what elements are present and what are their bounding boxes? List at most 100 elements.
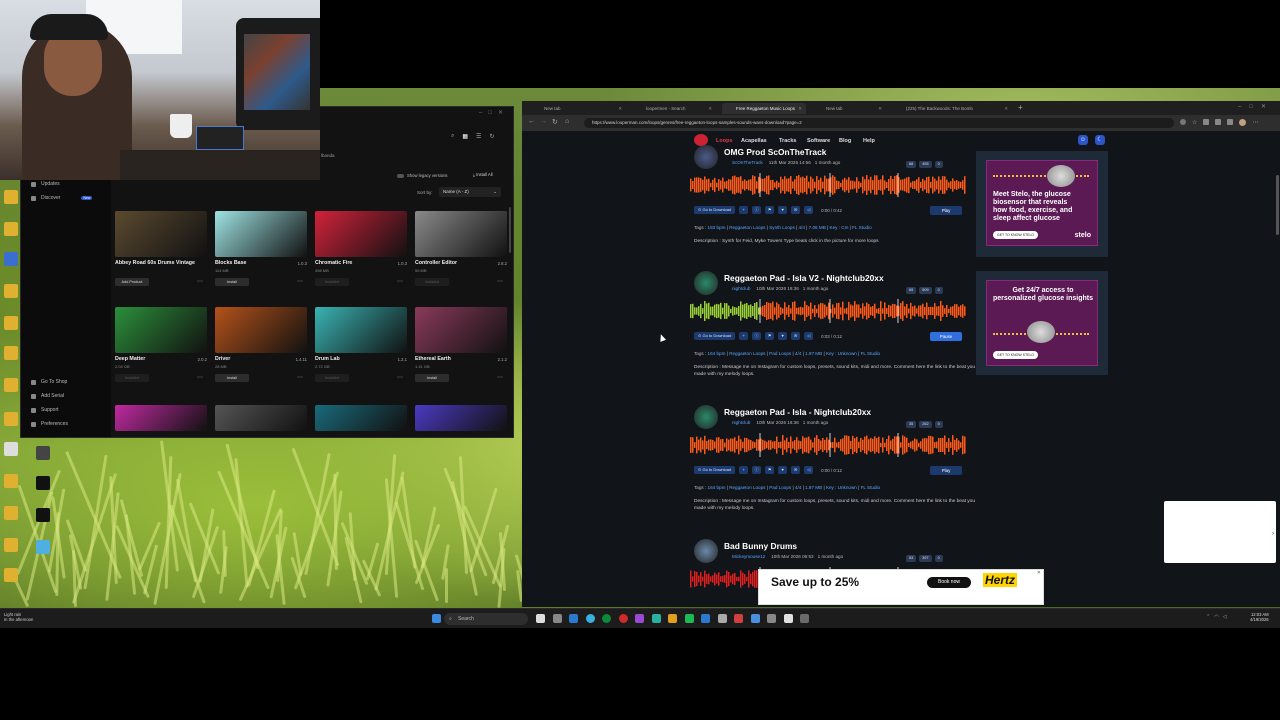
weather-widget[interactable]: Light rain In the afternoon	[4, 612, 33, 622]
waveform[interactable]	[690, 173, 966, 197]
product-action-button[interactable]: Installed	[315, 278, 349, 286]
tag-link[interactable]: Reggaeton Loops	[729, 351, 765, 356]
more-options-icon[interactable]: ⋯	[197, 279, 203, 285]
reload-icon[interactable]: ↻	[552, 118, 558, 126]
tag-link[interactable]: 1.97 MB	[805, 485, 822, 490]
heart-icon[interactable]: ♥	[778, 206, 788, 214]
ad-book-button[interactable]: Book now	[927, 577, 971, 588]
desktop-app-icon[interactable]	[36, 446, 50, 460]
taskbar-app-icon[interactable]	[569, 614, 578, 623]
maximize-icon[interactable]: □	[1249, 104, 1261, 110]
likes-count[interactable]: 35	[906, 421, 917, 428]
sidebar-item-preferences[interactable]: Preferences	[31, 421, 68, 427]
more-options-icon[interactable]: ⋯	[197, 375, 203, 381]
product-thumbnail[interactable]	[215, 405, 307, 431]
tag-link[interactable]: Pad Loops	[769, 485, 791, 490]
desktop-folder-icon[interactable]	[4, 568, 18, 582]
browser-tab[interactable]: Free Reggaeton Music Loops ✕	[722, 103, 806, 114]
product-thumbnail[interactable]	[215, 307, 307, 353]
toggle-switch[interactable]	[397, 173, 404, 178]
loop-title[interactable]: OMG Prod ScOnTheTrack	[724, 147, 826, 157]
taskbar-app-icon[interactable]	[618, 614, 628, 623]
tab-close-icon[interactable]: ✕	[798, 103, 802, 114]
ad-button[interactable]: GET TO KNOW STELO	[993, 231, 1039, 239]
add-icon[interactable]: +	[739, 206, 749, 214]
waveform-container[interactable]	[690, 433, 966, 457]
minimize-icon[interactable]: –	[479, 110, 488, 116]
tag-link[interactable]: FL Studio	[861, 351, 881, 356]
tag-link[interactable]: Key : Unknown	[826, 351, 857, 356]
comment-icon[interactable]: ✉	[791, 206, 801, 214]
back-icon[interactable]: ←	[528, 118, 535, 125]
product-card[interactable]: Controller Editor 2.8.2 59 MB Installed ⋯	[415, 211, 509, 299]
browser-tab[interactable]: New tab ✕	[812, 103, 886, 114]
product-card[interactable]	[415, 405, 509, 433]
loop-title[interactable]: Bad Bunny Drums	[724, 541, 797, 551]
refresh-icon[interactable]: ↻	[489, 133, 494, 140]
tag-link[interactable]: Reggaeton Loops	[729, 225, 765, 230]
flag-icon[interactable]: ⚑	[765, 332, 775, 340]
tab-close-icon[interactable]: ✕	[618, 103, 622, 114]
start-icon[interactable]	[432, 614, 441, 623]
stelo-ad[interactable]: Meet Stelo, the glucose biosensor that r…	[976, 151, 1108, 257]
go-to-download-button[interactable]: ⊙ Go to Download	[694, 466, 736, 474]
taskbar-app-icon[interactable]	[635, 614, 644, 623]
downloads-count[interactable]: 455	[919, 161, 932, 168]
desktop-folder-icon[interactable]	[4, 538, 18, 552]
downloads-count[interactable]: 397	[919, 555, 932, 562]
play-button[interactable]: Pause	[930, 332, 962, 341]
desktop-folder-icon[interactable]	[4, 316, 18, 330]
flag-icon[interactable]: ⚑	[765, 466, 775, 474]
volume-icon[interactable]: ◁	[804, 466, 814, 474]
desktop-app-icon[interactable]	[36, 476, 50, 490]
more-options-icon[interactable]: ⋯	[397, 279, 403, 285]
loop-title[interactable]: Reggaeton Pad - Isla - Nightclub20xx	[724, 407, 871, 417]
tag-link[interactable]: FL Studio	[861, 485, 881, 490]
tab-close-icon[interactable]: ✕	[708, 103, 712, 114]
taskbar-app-icon[interactable]	[668, 614, 677, 623]
product-card[interactable]	[215, 405, 309, 433]
install-all-button[interactable]: ⤓ Install All	[473, 172, 493, 177]
desktop-folder-icon[interactable]	[4, 190, 18, 204]
taskbar-app-icon[interactable]	[750, 614, 760, 623]
product-card[interactable]	[115, 405, 209, 433]
waveform-container[interactable]	[690, 299, 966, 323]
taskbar-app-icon[interactable]	[783, 614, 793, 623]
sidebar-item-discover[interactable]: Discover New	[31, 195, 93, 201]
taskbar-app-icon[interactable]	[800, 614, 809, 623]
maximize-icon[interactable]: □	[488, 110, 498, 116]
product-card[interactable]: Driver 1.4.11 28 MB Install ⋯	[215, 307, 309, 395]
tab-close-icon[interactable]: ✕	[878, 103, 882, 114]
legacy-toggle[interactable]: Show legacy versions	[397, 173, 448, 178]
nav-link-help[interactable]: Help	[863, 138, 875, 144]
user-avatar[interactable]	[694, 405, 718, 429]
desktop-folder-icon[interactable]	[4, 284, 18, 298]
add-icon[interactable]: +	[739, 332, 749, 340]
product-action-button[interactable]: Installed	[315, 374, 349, 382]
nav-link-blog[interactable]: Blog	[839, 138, 851, 144]
tag-link[interactable]: Pad Loops	[769, 351, 791, 356]
product-thumbnail[interactable]	[415, 405, 507, 431]
sidebar-item-support[interactable]: Support	[31, 407, 59, 413]
product-thumbnail[interactable]	[415, 307, 507, 353]
comments-count[interactable]: 0	[934, 555, 943, 562]
desktop-app-icon[interactable]	[4, 252, 18, 266]
taskbar-search[interactable]: ⌕ Search	[444, 613, 528, 625]
tag-link[interactable]: Key : Unknown	[826, 485, 857, 490]
volume-icon[interactable]: ◁	[804, 332, 814, 340]
user-avatar[interactable]	[694, 539, 718, 563]
chevron-right-icon[interactable]: ›	[1272, 531, 1274, 537]
product-thumbnail[interactable]	[315, 211, 407, 257]
tag-link[interactable]: Key : Cm	[830, 225, 849, 230]
desktop-folder-icon[interactable]	[4, 412, 18, 426]
tag-link[interactable]: Synth Loops	[769, 225, 795, 230]
minimize-icon[interactable]: –	[1238, 104, 1249, 110]
product-card[interactable]: Blocks Base 1.0.3 114 MB Install ⋯	[215, 211, 309, 299]
more-options-icon[interactable]: ⋯	[297, 375, 303, 381]
scrollbar[interactable]	[509, 207, 511, 253]
desktop-app-icon[interactable]	[4, 442, 18, 456]
more-options-icon[interactable]: ⋯	[497, 375, 503, 381]
grid-view-icon[interactable]: ▦	[462, 133, 468, 140]
taskbar-app-icon[interactable]	[651, 614, 661, 623]
chevron-up-icon[interactable]: ⌃	[1206, 614, 1210, 620]
